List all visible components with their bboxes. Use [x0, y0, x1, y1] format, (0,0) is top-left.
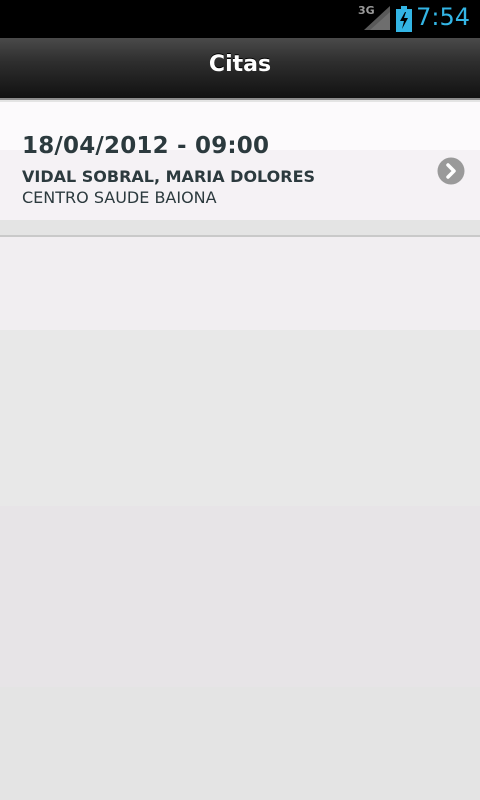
clock: 7:54 [416, 3, 470, 31]
action-bar: Citas [0, 38, 480, 100]
appointment-datetime: 18/04/2012 - 09:00 [22, 133, 270, 159]
chevron-right-icon[interactable] [437, 157, 465, 185]
status-bar: 3G 7:54 [0, 0, 480, 38]
background-band [0, 330, 480, 506]
appointment-center: CENTRO SAUDE BAIONA [22, 188, 217, 207]
battery-charging-icon [396, 6, 412, 32]
appointment-list-item[interactable]: 18/04/2012 - 09:00 VIDAL SOBRAL, MARIA D… [0, 102, 480, 237]
page-title: Citas [208, 52, 272, 77]
background-band [0, 687, 480, 800]
background-band [0, 506, 480, 687]
cell-signal-icon [364, 6, 390, 30]
background-band [0, 237, 480, 330]
appointment-doctor: VIDAL SOBRAL, MARIA DOLORES [22, 167, 316, 186]
